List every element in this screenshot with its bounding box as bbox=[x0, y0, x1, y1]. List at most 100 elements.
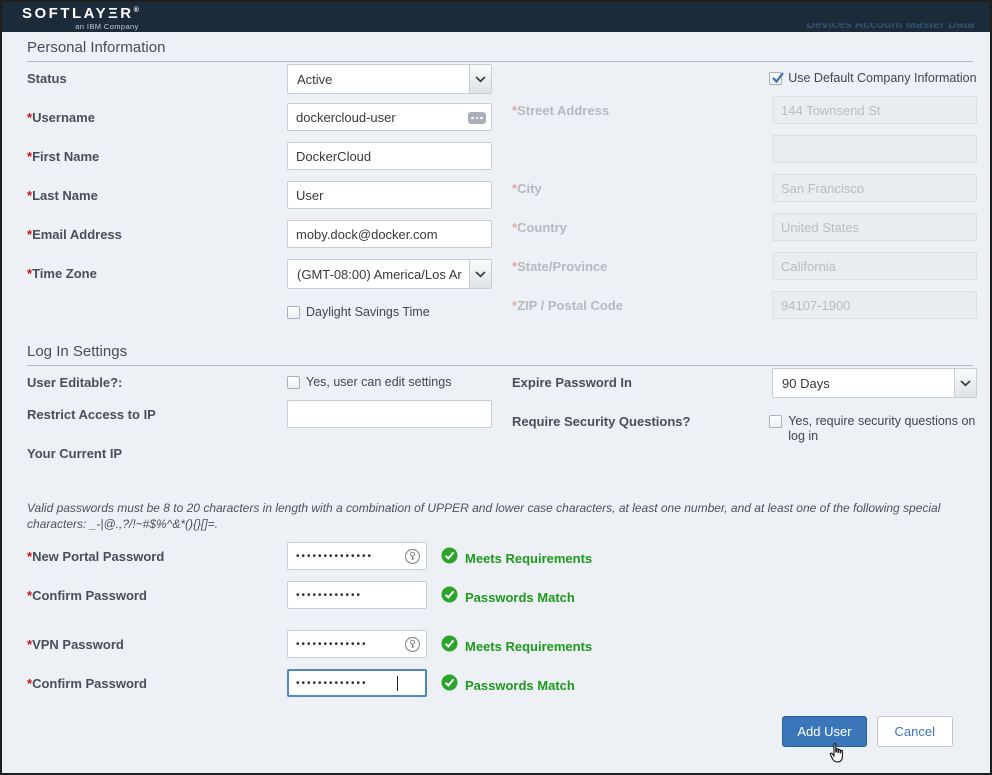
user-editable-cb-label: Yes, user can edit settings bbox=[306, 375, 451, 390]
street-address-label: *Street Address bbox=[512, 96, 772, 118]
security-questions-cb-label: Yes, require security questions on log i… bbox=[788, 414, 977, 444]
zip-label: *ZIP / Postal Code bbox=[512, 291, 772, 313]
current-ip-row: Your Current IP bbox=[27, 439, 492, 478]
personal-information-heading: Personal Information bbox=[27, 39, 973, 62]
cancel-button[interactable]: Cancel bbox=[877, 716, 953, 747]
timezone-row: *Time Zone (GMT-08:00) America/Los Ar bbox=[27, 259, 492, 298]
brand-tagline: an IBM Company bbox=[75, 22, 139, 31]
add-user-button[interactable]: Add User bbox=[782, 716, 866, 747]
vpn-confirm-input[interactable] bbox=[287, 669, 427, 697]
status-row: Status Active bbox=[27, 64, 492, 103]
password-key-icon[interactable] bbox=[404, 548, 421, 565]
email-label: *Email Address bbox=[27, 220, 287, 242]
email-input[interactable] bbox=[287, 220, 492, 248]
portal-confirm-input[interactable] bbox=[287, 581, 427, 609]
street-address-input bbox=[772, 96, 977, 124]
timezone-select[interactable]: (GMT-08:00) America/Los Ar bbox=[287, 259, 492, 289]
chevron-down-icon[interactable] bbox=[469, 65, 491, 93]
portal-password-status-text: Meets Requirements bbox=[465, 551, 592, 566]
portal-password-row: *New Portal Password Meets Requirements bbox=[27, 542, 990, 581]
use-default-company-checkbox[interactable]: Use Default Company Information bbox=[769, 64, 977, 86]
country-label: *Country bbox=[512, 213, 772, 235]
checkbox-icon[interactable] bbox=[287, 306, 300, 319]
softlayer-logo: SOFTLAYΞR® an IBM Company bbox=[22, 3, 139, 31]
state-row: *State/Province bbox=[512, 252, 977, 291]
user-editable-label: User Editable?: bbox=[27, 368, 287, 390]
brand-name: SOFTLAYΞR bbox=[22, 5, 134, 22]
country-row: *Country bbox=[512, 213, 977, 252]
restrict-ip-input[interactable] bbox=[287, 400, 492, 428]
street-address-row: *Street Address bbox=[512, 96, 977, 135]
text-cursor bbox=[397, 676, 398, 691]
vpn-password-status-text: Meets Requirements bbox=[465, 639, 592, 654]
daylight-savings-checkbox[interactable]: Daylight Savings Time bbox=[287, 298, 492, 320]
username-input[interactable] bbox=[287, 103, 492, 131]
last-name-input[interactable] bbox=[287, 181, 492, 209]
country-input bbox=[772, 213, 977, 241]
expire-password-select[interactable]: 90 Days bbox=[772, 368, 977, 398]
check-circle-icon bbox=[441, 635, 458, 657]
city-label: *City bbox=[512, 174, 772, 196]
daylight-savings-row: Daylight Savings Time bbox=[27, 298, 492, 330]
portal-confirm-row: *Confirm Password Passwords Match bbox=[27, 581, 990, 620]
last-name-label: *Last Name bbox=[27, 181, 287, 203]
username-label: *Username bbox=[27, 103, 287, 125]
username-row: *Username bbox=[27, 103, 492, 142]
security-questions-checkbox[interactable]: Yes, require security questions on log i… bbox=[769, 407, 977, 444]
daylight-savings-label: Daylight Savings Time bbox=[306, 305, 430, 320]
password-key-icon[interactable] bbox=[404, 636, 421, 653]
portal-password-label: *New Portal Password bbox=[27, 542, 287, 564]
state-input bbox=[772, 252, 977, 280]
vpn-password-row: *VPN Password Meets Requirements bbox=[27, 630, 990, 669]
status-select[interactable]: Active bbox=[287, 64, 492, 94]
checkbox-checked-icon[interactable] bbox=[769, 72, 782, 85]
portal-password-status: Meets Requirements bbox=[441, 542, 592, 569]
vpn-confirm-status-text: Passwords Match bbox=[465, 678, 575, 693]
registered-mark: ® bbox=[134, 7, 139, 14]
city-input bbox=[772, 174, 977, 202]
login-settings-heading: Log In Settings bbox=[27, 343, 973, 366]
autofill-contact-icon[interactable] bbox=[468, 112, 486, 124]
use-default-row: Use Default Company Information bbox=[512, 64, 977, 96]
current-ip-label: Your Current IP bbox=[27, 439, 287, 461]
personal-information-section: Status Active *Username *First Name bbox=[2, 62, 990, 336]
state-label: *State/Province bbox=[512, 252, 772, 274]
checkbox-icon[interactable] bbox=[769, 415, 782, 428]
status-select-value: Active bbox=[297, 72, 465, 87]
status-label: Status bbox=[27, 64, 287, 86]
footer-actions: Add User Cancel bbox=[782, 716, 953, 747]
check-circle-icon bbox=[441, 547, 458, 569]
restrict-ip-row: Restrict Access to IP bbox=[27, 400, 492, 439]
vpn-confirm-status: Passwords Match bbox=[441, 669, 575, 696]
last-name-row: *Last Name bbox=[27, 181, 492, 220]
portal-confirm-status-text: Passwords Match bbox=[465, 590, 575, 605]
portal-confirm-status: Passwords Match bbox=[441, 581, 575, 608]
vpn-password-status: Meets Requirements bbox=[441, 630, 592, 657]
portal-confirm-label: *Confirm Password bbox=[27, 581, 287, 603]
security-questions-label: Require Security Questions? bbox=[512, 407, 769, 429]
check-circle-icon bbox=[441, 674, 458, 696]
cursor-pointer-icon bbox=[829, 743, 846, 769]
expire-password-select-value: 90 Days bbox=[782, 376, 950, 391]
zip-row: *ZIP / Postal Code bbox=[512, 291, 977, 330]
vpn-password-label: *VPN Password bbox=[27, 630, 287, 652]
vpn-confirm-row: *Confirm Password Passwords Match bbox=[27, 669, 990, 708]
vpn-confirm-label: *Confirm Password bbox=[27, 669, 287, 691]
user-editable-row: User Editable?: Yes, user can edit setti… bbox=[27, 368, 492, 400]
user-editable-checkbox[interactable]: Yes, user can edit settings bbox=[287, 368, 492, 390]
street-address2-input bbox=[772, 135, 977, 163]
security-questions-row: Require Security Questions? Yes, require… bbox=[512, 407, 977, 451]
street-address2-row bbox=[512, 135, 977, 174]
expire-password-label: Expire Password In bbox=[512, 368, 772, 390]
email-row: *Email Address bbox=[27, 220, 492, 259]
use-default-company-label: Use Default Company Information bbox=[788, 71, 976, 86]
login-settings-section: User Editable?: Yes, user can edit setti… bbox=[2, 366, 990, 486]
timezone-label: *Time Zone bbox=[27, 259, 287, 281]
chevron-down-icon[interactable] bbox=[954, 369, 976, 397]
checkbox-icon[interactable] bbox=[287, 376, 300, 389]
city-row: *City bbox=[512, 174, 977, 213]
chevron-down-icon[interactable] bbox=[469, 260, 491, 288]
clipped-header-text-wrap: Devices Account Master Data bbox=[806, 23, 974, 32]
first-name-input[interactable] bbox=[287, 142, 492, 170]
expire-password-row: Expire Password In 90 Days bbox=[512, 368, 977, 407]
